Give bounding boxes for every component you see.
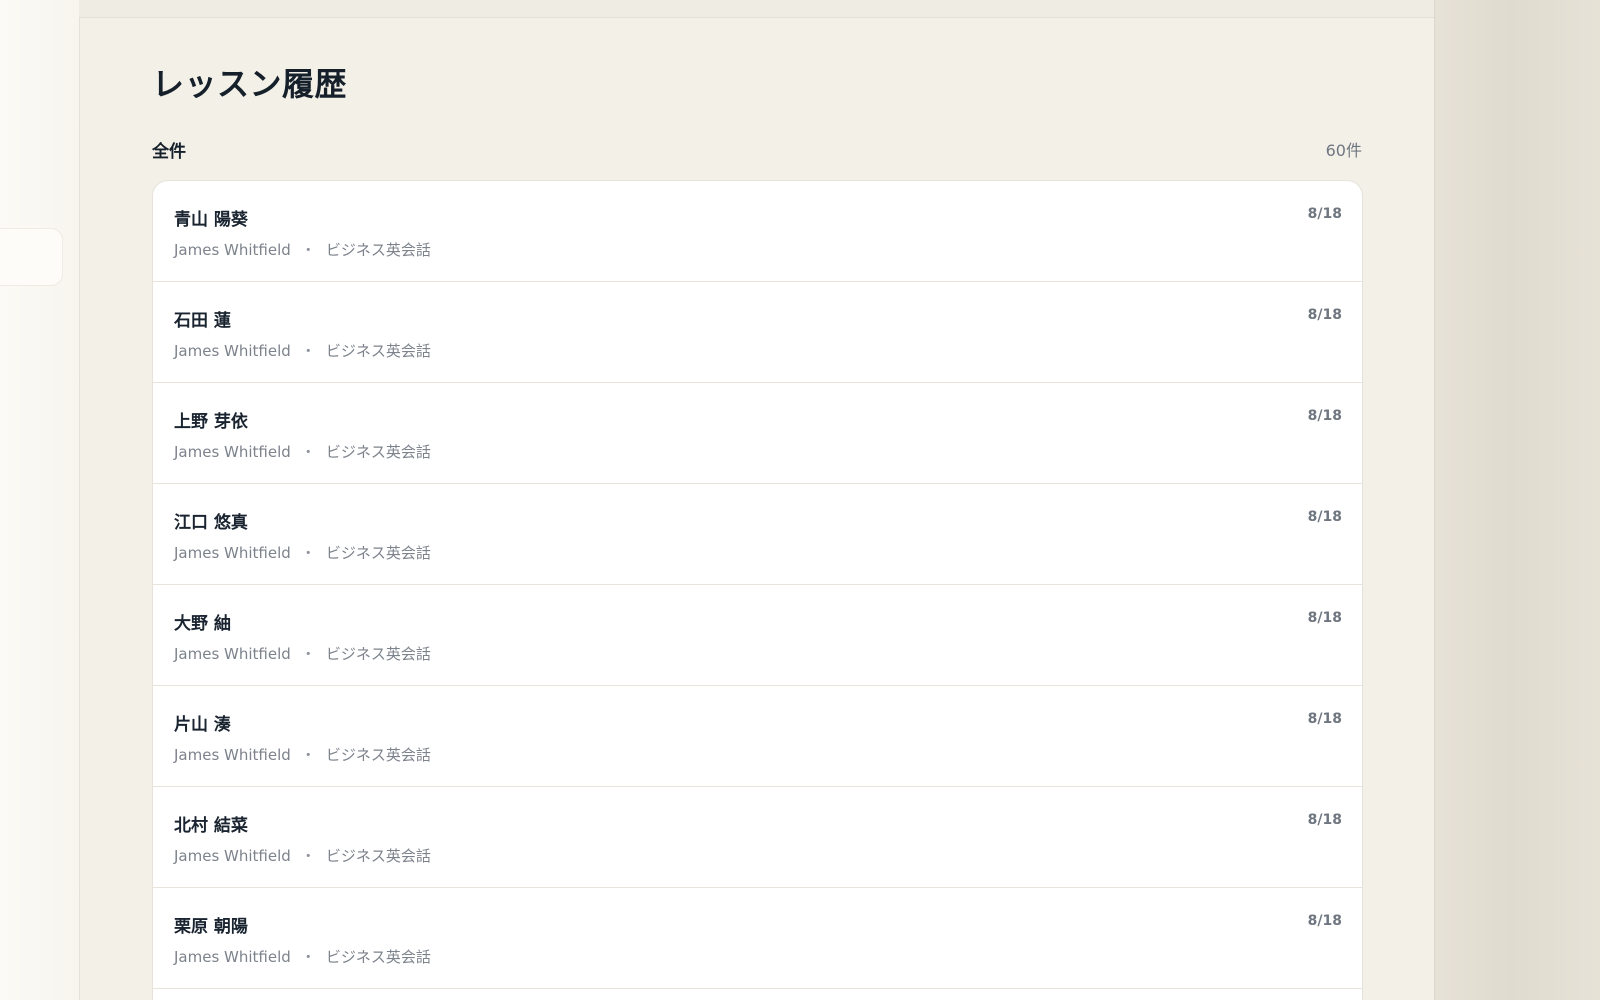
teacher-name: James Whitfield xyxy=(174,847,291,865)
page-title: レッスン履歴 xyxy=(152,65,348,103)
lesson-date: 8/18 xyxy=(1307,408,1342,424)
lesson-meta: James Whitfield ・ビジネス英会話 xyxy=(174,744,431,765)
meta-separator: ・ xyxy=(300,847,316,865)
lesson-meta: James Whitfield ・ビジネス英会話 xyxy=(174,239,431,260)
lesson-row[interactable]: 上野 芽依 James Whitfield ・ビジネス英会話 8/18 xyxy=(153,383,1362,484)
student-name: 北村 結菜 xyxy=(174,816,248,836)
lesson-history-list[interactable]: 青山 陽葵 James Whitfield ・ビジネス英会話 8/18 石田 蓮 … xyxy=(152,180,1363,1000)
teacher-name: James Whitfield xyxy=(174,645,291,663)
lesson-row[interactable]: 北村 結菜 James Whitfield ・ビジネス英会話 8/18 xyxy=(153,787,1362,888)
teacher-name: James Whitfield xyxy=(174,948,291,966)
course-name: ビジネス英会話 xyxy=(325,241,431,259)
student-name: 江口 悠真 xyxy=(174,513,248,533)
student-name: 石田 蓮 xyxy=(174,311,231,331)
lesson-date: 8/18 xyxy=(1307,307,1342,323)
course-name: ビジネス英会話 xyxy=(325,847,431,865)
lesson-meta: James Whitfield ・ビジネス英会話 xyxy=(174,441,431,462)
meta-separator: ・ xyxy=(300,443,316,461)
lesson-meta: James Whitfield ・ビジネス英会話 xyxy=(174,845,431,866)
lesson-date: 8/18 xyxy=(1307,711,1342,727)
lesson-meta: James Whitfield ・ビジネス英会話 xyxy=(174,542,431,563)
lesson-meta: James Whitfield ・ビジネス英会話 xyxy=(174,946,431,967)
lesson-row[interactable]: 江口 悠真 James Whitfield ・ビジネス英会話 8/18 xyxy=(153,484,1362,585)
lesson-date: 8/18 xyxy=(1307,610,1342,626)
lesson-row[interactable]: 片山 湊 James Whitfield ・ビジネス英会話 8/18 xyxy=(153,686,1362,787)
course-name: ビジネス英会話 xyxy=(325,948,431,966)
lesson-meta: James Whitfield ・ビジネス英会話 xyxy=(174,643,431,664)
course-name: ビジネス英会話 xyxy=(325,443,431,461)
right-panel-background xyxy=(1434,0,1600,1000)
teacher-name: James Whitfield xyxy=(174,241,291,259)
teacher-name: James Whitfield xyxy=(174,544,291,562)
student-name: 大野 紬 xyxy=(174,614,231,634)
sidebar xyxy=(0,0,80,1000)
section-header: 全件 60件 xyxy=(152,137,1362,162)
course-name: ビジネス英会話 xyxy=(325,645,431,663)
meta-separator: ・ xyxy=(300,544,316,562)
lesson-row[interactable]: 大野 紬 James Whitfield ・ビジネス英会話 8/18 xyxy=(153,585,1362,686)
result-count: 60件 xyxy=(1325,141,1362,160)
student-name: 栗原 朝陽 xyxy=(174,917,248,937)
meta-separator: ・ xyxy=(300,948,316,966)
lesson-date: 8/18 xyxy=(1307,812,1342,828)
sidebar-active-item[interactable] xyxy=(0,228,63,286)
teacher-name: James Whitfield xyxy=(174,746,291,764)
lesson-row[interactable]: 青山 陽葵 James Whitfield ・ビジネス英会話 8/18 xyxy=(153,181,1362,282)
main-content: レッスン履歴 全件 60件 青山 陽葵 James Whitfield ・ビジネス… xyxy=(79,17,1435,1000)
meta-separator: ・ xyxy=(300,241,316,259)
teacher-name: James Whitfield xyxy=(174,342,291,360)
section-label: 全件 xyxy=(152,141,186,162)
meta-separator: ・ xyxy=(300,746,316,764)
lesson-date: 8/18 xyxy=(1307,509,1342,525)
course-name: ビジネス英会話 xyxy=(325,342,431,360)
student-name: 片山 湊 xyxy=(174,715,231,735)
teacher-name: James Whitfield xyxy=(174,443,291,461)
meta-separator: ・ xyxy=(300,342,316,360)
meta-separator: ・ xyxy=(300,645,316,663)
lesson-meta: James Whitfield ・ビジネス英会話 xyxy=(174,340,431,361)
student-name: 上野 芽依 xyxy=(174,412,248,432)
course-name: ビジネス英会話 xyxy=(325,746,431,764)
top-bar xyxy=(79,0,1435,18)
lesson-row[interactable]: 石田 蓮 James Whitfield ・ビジネス英会話 8/18 xyxy=(153,282,1362,383)
lesson-row[interactable]: 栗原 朝陽 James Whitfield ・ビジネス英会話 8/18 xyxy=(153,888,1362,989)
course-name: ビジネス英会話 xyxy=(325,544,431,562)
app-window: レッスン履歴 全件 60件 青山 陽葵 James Whitfield ・ビジネス… xyxy=(0,0,1600,1000)
lesson-date: 8/18 xyxy=(1307,206,1342,222)
lesson-date: 8/18 xyxy=(1307,913,1342,929)
student-name: 青山 陽葵 xyxy=(174,210,248,230)
